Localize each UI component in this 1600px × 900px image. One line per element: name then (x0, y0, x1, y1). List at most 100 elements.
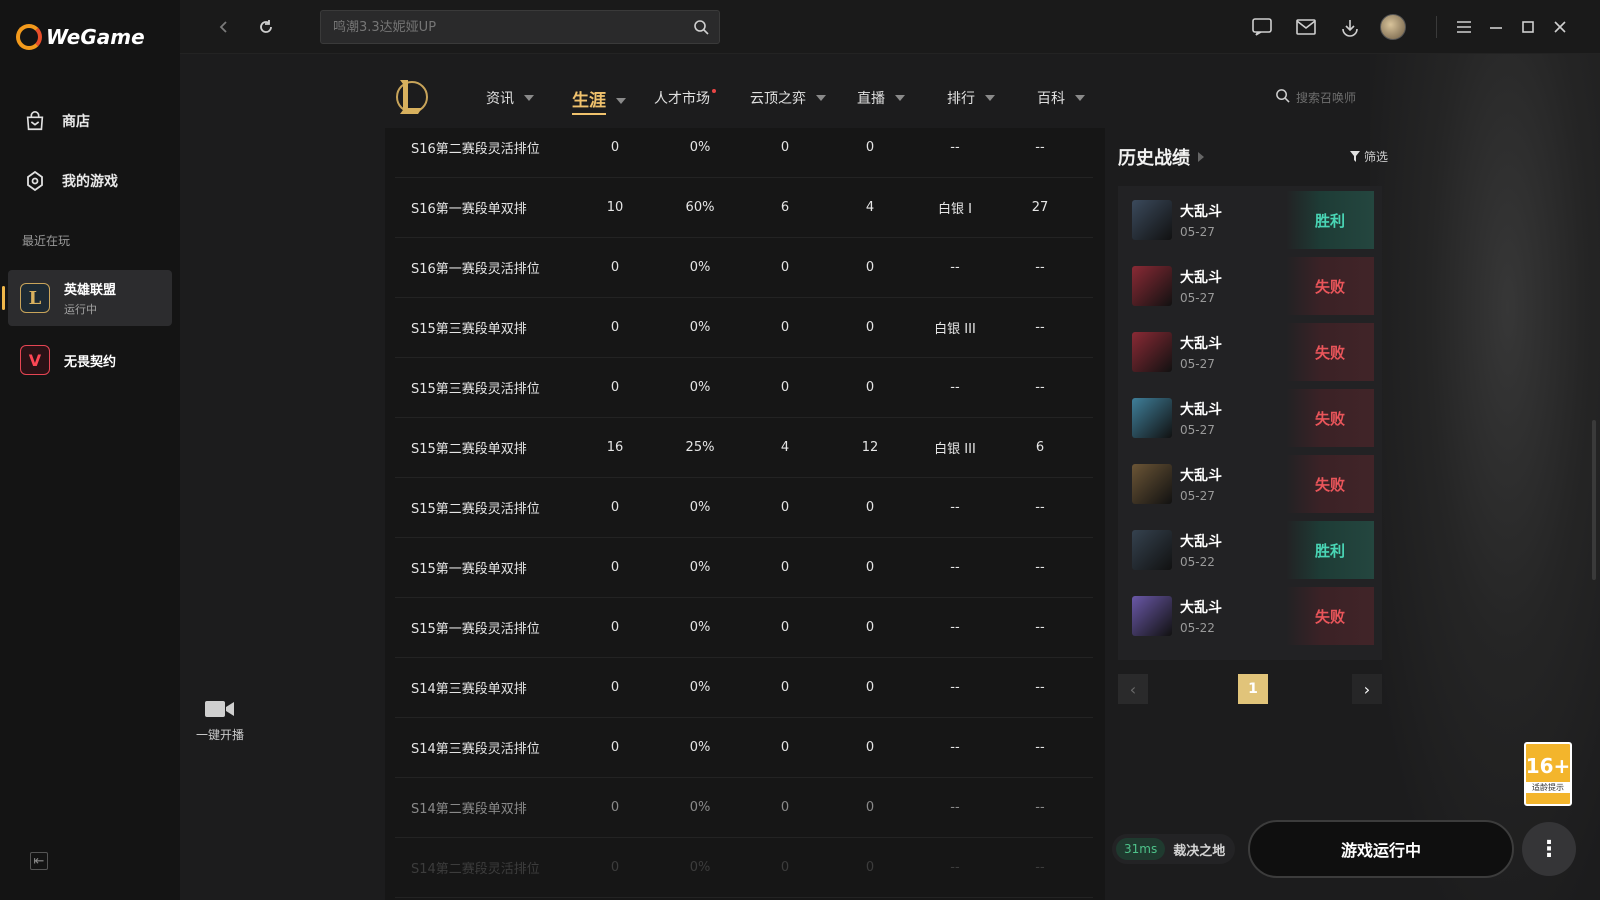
stat-cell: -- (1035, 560, 1045, 575)
match-info: 大乱斗 05-27 (1180, 333, 1222, 371)
stat-cell: 0% (689, 500, 711, 515)
subnav-talent-market[interactable]: 人才市场 (654, 88, 720, 108)
stat-cell: 白银 III (934, 322, 976, 337)
lol-logo[interactable] (392, 76, 428, 118)
download-icon[interactable] (1336, 13, 1364, 41)
match-item[interactable]: 大乱斗 05-27 失败 (1126, 455, 1374, 513)
valorant-icon: V (20, 345, 50, 375)
stat-cell: 0 (610, 260, 620, 275)
stat-cell: 白银 III (934, 442, 976, 457)
stat-cell: 0% (689, 860, 711, 875)
stat-cell: 0 (780, 560, 790, 575)
stat-cell: 0 (865, 620, 875, 635)
age-note: 适龄提示 (1526, 781, 1570, 793)
stat-cell: 0% (689, 740, 711, 755)
lol-icon: L (20, 283, 50, 313)
recent-game-valorant[interactable]: V 无畏契约 (8, 332, 172, 388)
sidebar-item-label: 商店 (62, 114, 90, 130)
table-row: S15第一赛段单双排 0 0% 0 0 -- -- (395, 538, 1093, 598)
stat-cell: 0% (689, 380, 711, 395)
minimize-icon[interactable] (1482, 13, 1510, 41)
next-page-icon[interactable]: › (1352, 674, 1382, 704)
stat-cell: 0 (610, 380, 620, 395)
season-name-cell: S15第一赛段灵活排位 (411, 622, 540, 637)
match-mode: 大乱斗 (1180, 336, 1222, 352)
chevron-down-icon (895, 95, 905, 101)
stat-cell: 60% (685, 200, 715, 215)
season-name-cell: S14第三赛段灵活排位 (411, 742, 540, 757)
sidebar-item-label: 我的游戏 (62, 174, 118, 190)
refresh-icon[interactable] (252, 13, 280, 41)
maximize-icon[interactable] (1514, 13, 1542, 41)
stat-cell: -- (950, 860, 960, 875)
one-click-broadcast[interactable]: 一键开播 (190, 700, 250, 743)
filter-button[interactable]: 筛选 (1349, 148, 1388, 165)
stat-cell: 0 (865, 860, 875, 875)
sidebar-item-store[interactable]: 商店 (22, 108, 90, 134)
subnav-career[interactable]: 生涯 (572, 86, 626, 115)
subnav-wiki[interactable]: 百科 (1037, 88, 1085, 108)
recent-game-lol[interactable]: L 英雄联盟 运行中 (2, 270, 172, 326)
season-name-cell: S14第二赛段单双排 (411, 802, 527, 817)
search-box[interactable] (320, 10, 720, 44)
user-avatar[interactable] (1380, 14, 1406, 40)
search-input[interactable] (333, 19, 673, 35)
subnav-label: 百科 (1037, 91, 1065, 107)
match-item[interactable]: 大乱斗 05-27 失败 (1126, 257, 1374, 315)
back-icon[interactable] (210, 13, 238, 41)
match-item[interactable]: 大乱斗 05-27 失败 (1126, 389, 1374, 447)
server-status[interactable]: 31ms 裁决之地 (1112, 834, 1236, 864)
subnav-ranking[interactable]: 排行 (947, 88, 995, 108)
wegame-logo[interactable]: WeGame (16, 24, 145, 50)
filter-icon (1349, 151, 1360, 162)
match-history-title[interactable]: 历史战绩 (1118, 144, 1204, 170)
close-icon[interactable] (1546, 13, 1574, 41)
stat-cell: 0 (780, 500, 790, 515)
collapse-sidebar-icon[interactable]: ⇤ (30, 852, 48, 870)
match-date: 05-27 (1180, 225, 1215, 239)
stat-cell: 0% (689, 620, 711, 635)
stat-cell: -- (950, 740, 960, 755)
game-running-button[interactable]: 游戏运行中 (1248, 820, 1514, 878)
brand-name: WeGame (46, 25, 145, 49)
mail-icon[interactable] (1292, 13, 1320, 41)
stat-cell: 0 (610, 560, 620, 575)
wegame-logo-icon (16, 24, 42, 50)
stat-cell: 0 (865, 260, 875, 275)
subnav-live[interactable]: 直播 (857, 88, 905, 108)
match-mode: 大乱斗 (1180, 270, 1222, 286)
stat-cell: 0 (780, 680, 790, 695)
page-number[interactable]: 1 (1238, 674, 1268, 704)
scrollbar[interactable] (1592, 420, 1596, 580)
match-info: 大乱斗 05-27 (1180, 399, 1222, 437)
match-item[interactable]: 大乱斗 05-27 胜利 (1126, 191, 1374, 249)
match-date: 05-22 (1180, 621, 1215, 635)
match-item[interactable]: 大乱斗 05-22 失败 (1126, 587, 1374, 645)
stat-cell: 0 (780, 740, 790, 755)
subnav-news[interactable]: 资讯 (486, 88, 534, 108)
more-options-icon[interactable]: ⋮ (1522, 822, 1576, 876)
sidebar-item-my-games[interactable]: 我的游戏 (22, 168, 118, 194)
stat-cell: 0% (689, 260, 711, 275)
stat-cell: 0% (689, 320, 711, 335)
season-name-cell: S14第二赛段灵活排位 (411, 862, 540, 877)
stat-cell: -- (950, 560, 960, 575)
stat-cell: -- (1035, 380, 1045, 395)
menu-icon[interactable] (1450, 13, 1478, 41)
table-row: S15第三赛段灵活排位 0 0% 0 0 -- -- (395, 358, 1093, 418)
stat-cell: 0 (610, 740, 620, 755)
chat-icon[interactable] (1248, 13, 1276, 41)
pagination: ‹ 1 › (1118, 674, 1382, 706)
stat-cell: 0 (865, 380, 875, 395)
stat-cell: -- (1035, 140, 1045, 155)
season-name-cell: S16第一赛段单双排 (411, 202, 527, 217)
prev-page-icon[interactable]: ‹ (1118, 674, 1148, 704)
summoner-search[interactable]: 搜索召唤师 (1275, 88, 1356, 106)
match-info: 大乱斗 05-22 (1180, 531, 1222, 569)
search-icon[interactable] (693, 19, 709, 39)
match-item[interactable]: 大乱斗 05-22 胜利 (1126, 521, 1374, 579)
subnav-tft[interactable]: 云顶之弈 (750, 88, 826, 108)
match-item[interactable]: 大乱斗 05-27 失败 (1126, 323, 1374, 381)
season-stats-table: S16第二赛段灵活排位 0 0% 0 0 -- -- S16第一赛段单双排 10 60% 6 4 白银 … (385, 128, 1105, 900)
stat-cell: 0 (780, 860, 790, 875)
